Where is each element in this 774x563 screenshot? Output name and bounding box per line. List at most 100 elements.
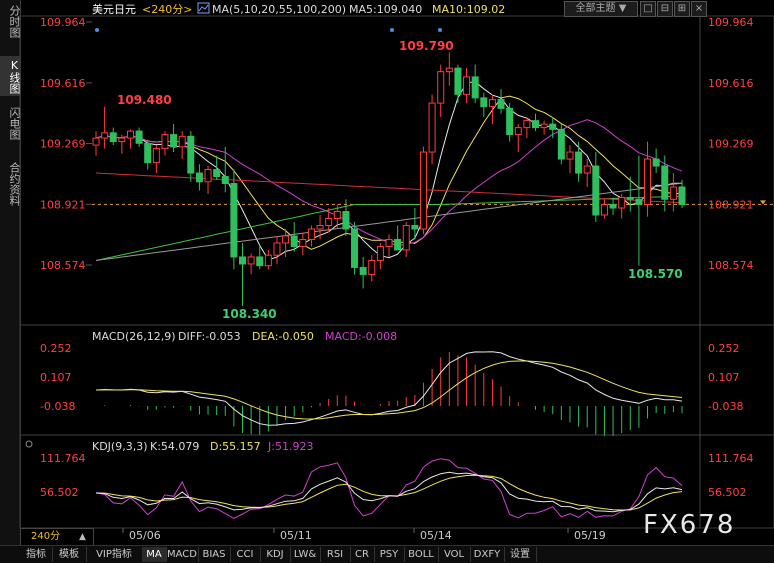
candle-body bbox=[282, 235, 290, 244]
candle-body bbox=[126, 130, 134, 139]
candle-body bbox=[583, 165, 591, 174]
indicator-tab[interactable]: 设置 bbox=[504, 547, 537, 562]
macd-value: MACD:-0.008 bbox=[325, 330, 397, 343]
candle-body bbox=[428, 102, 436, 153]
candle-body bbox=[514, 127, 522, 136]
close-icon: × bbox=[694, 3, 704, 14]
theme-select-label: 全部主题 bbox=[575, 3, 616, 14]
candle-body bbox=[669, 186, 677, 200]
minimize-icon: ⊟ bbox=[660, 3, 670, 14]
indicator-tab[interactable]: LW& bbox=[290, 547, 321, 562]
candle-body bbox=[661, 165, 669, 200]
price-axis-label-left: 109.616 bbox=[40, 77, 86, 90]
candle-body bbox=[316, 224, 324, 230]
restore-icon: □ bbox=[643, 3, 653, 14]
candle-body bbox=[652, 158, 660, 167]
candle-body bbox=[170, 134, 178, 148]
candle-body bbox=[523, 120, 531, 129]
candle-body bbox=[92, 137, 100, 146]
indicator-tab[interactable]: BIAS bbox=[198, 547, 231, 562]
candle-body bbox=[239, 256, 246, 265]
candle-body bbox=[264, 254, 272, 267]
candle-body bbox=[411, 224, 419, 230]
candle-body bbox=[161, 134, 169, 150]
candle-body bbox=[497, 99, 505, 109]
date-axis-label: 05/14 bbox=[420, 529, 452, 542]
candle-body bbox=[557, 128, 565, 160]
indicator-tab[interactable]: MA bbox=[142, 547, 167, 562]
indicator-tab[interactable]: BOLL bbox=[404, 547, 439, 562]
event-marker-icon bbox=[438, 28, 442, 32]
candle-body bbox=[256, 256, 264, 267]
macd-axis-label-right: 0.107 bbox=[708, 371, 740, 384]
price-axis-label-right: 109.616 bbox=[708, 77, 754, 90]
indicator-tab[interactable]: MACD bbox=[166, 547, 199, 562]
window-minimize-button[interactable]: ⊟ bbox=[657, 1, 673, 17]
settings-icon bbox=[25, 440, 33, 448]
price-axis-label-right: 109.964 bbox=[708, 16, 754, 29]
indicator-tab[interactable]: CCI bbox=[230, 547, 261, 562]
kdj-axis-label-right: 111.764 bbox=[708, 452, 754, 465]
event-marker-icon bbox=[95, 28, 99, 32]
candle-body bbox=[187, 135, 195, 174]
kdj-j-line bbox=[95, 458, 683, 519]
candle-body bbox=[419, 151, 427, 230]
chevron-up-icon: ▲ bbox=[79, 532, 86, 542]
indicator-tab[interactable]: 模板 bbox=[52, 547, 87, 562]
event-marker-icon bbox=[390, 28, 394, 32]
candle-body bbox=[376, 245, 384, 261]
candle-body bbox=[678, 186, 686, 206]
candle-body bbox=[342, 211, 350, 230]
period-label: 240分 bbox=[31, 531, 61, 542]
candle-body bbox=[618, 197, 626, 209]
indicator-tab[interactable]: VOL bbox=[438, 547, 471, 562]
candle-body bbox=[532, 120, 539, 129]
indicator-tab[interactable]: VIP指标 bbox=[86, 547, 143, 562]
candle-body bbox=[333, 211, 341, 219]
candle-body bbox=[273, 242, 281, 256]
candle-body bbox=[540, 123, 548, 129]
kdj-k-line bbox=[95, 471, 683, 513]
kdj-axis-label-left: 111.764 bbox=[40, 452, 86, 465]
maximize-icon: ⊞ bbox=[677, 3, 687, 14]
window-maximize-button[interactable]: ⊞ bbox=[674, 1, 690, 17]
candle-body bbox=[247, 256, 255, 265]
date-axis-label: 05/06 bbox=[129, 529, 161, 542]
candle-body bbox=[204, 169, 212, 183]
kdj-d-line bbox=[95, 474, 683, 511]
indicator-tab[interactable]: CR bbox=[350, 547, 375, 562]
indicator-tab[interactable]: DXFY bbox=[470, 547, 505, 562]
indicator-tab[interactable]: 指标 bbox=[20, 547, 53, 562]
macd-axis-label-left: -0.038 bbox=[40, 400, 75, 413]
indicator-tab[interactable]: PSY bbox=[374, 547, 405, 562]
candle-body bbox=[566, 151, 574, 160]
window-close-button[interactable]: × bbox=[691, 1, 707, 17]
macd-axis-label-left: 0.252 bbox=[40, 342, 72, 355]
header-ma5: MA5:109.040 bbox=[349, 3, 422, 16]
candle-body bbox=[351, 228, 359, 268]
kdj-label: KDJ(9,3,3) bbox=[92, 440, 148, 453]
candle-body bbox=[118, 137, 126, 143]
candle-body bbox=[109, 132, 117, 143]
macd-axis-label-left: 0.107 bbox=[40, 371, 72, 384]
macd-axis-label-right: -0.038 bbox=[708, 400, 743, 413]
indicator-tab[interactable]: RSI bbox=[320, 547, 351, 562]
window-restore-button[interactable]: □ bbox=[640, 1, 656, 17]
candle-body bbox=[402, 224, 410, 251]
indicator-tab[interactable]: KDJ bbox=[260, 547, 291, 562]
candle-body bbox=[307, 228, 315, 240]
candle-body bbox=[592, 165, 600, 216]
macd-diff: DIFF:-0.053 bbox=[178, 330, 241, 343]
candle-body bbox=[488, 99, 496, 108]
price-axis-label-right: 108.921 bbox=[708, 198, 754, 211]
right-low-annotation: 108.570 bbox=[628, 267, 683, 281]
candle-body bbox=[394, 238, 402, 251]
period-selector[interactable]: 240分 ▲ bbox=[20, 528, 94, 546]
candle-body bbox=[144, 142, 152, 164]
kdj-axis-label-left: 56.502 bbox=[40, 486, 79, 499]
theme-select[interactable]: 全部主题 ▼ bbox=[564, 1, 638, 17]
current-price-marker-icon bbox=[760, 200, 766, 205]
high-annotation: 109.790 bbox=[399, 39, 454, 53]
chart-canvas[interactable]: 109.964 109.964 109.616 109.616 109.269 109.2… bbox=[0, 0, 774, 545]
candle-body bbox=[463, 76, 471, 95]
